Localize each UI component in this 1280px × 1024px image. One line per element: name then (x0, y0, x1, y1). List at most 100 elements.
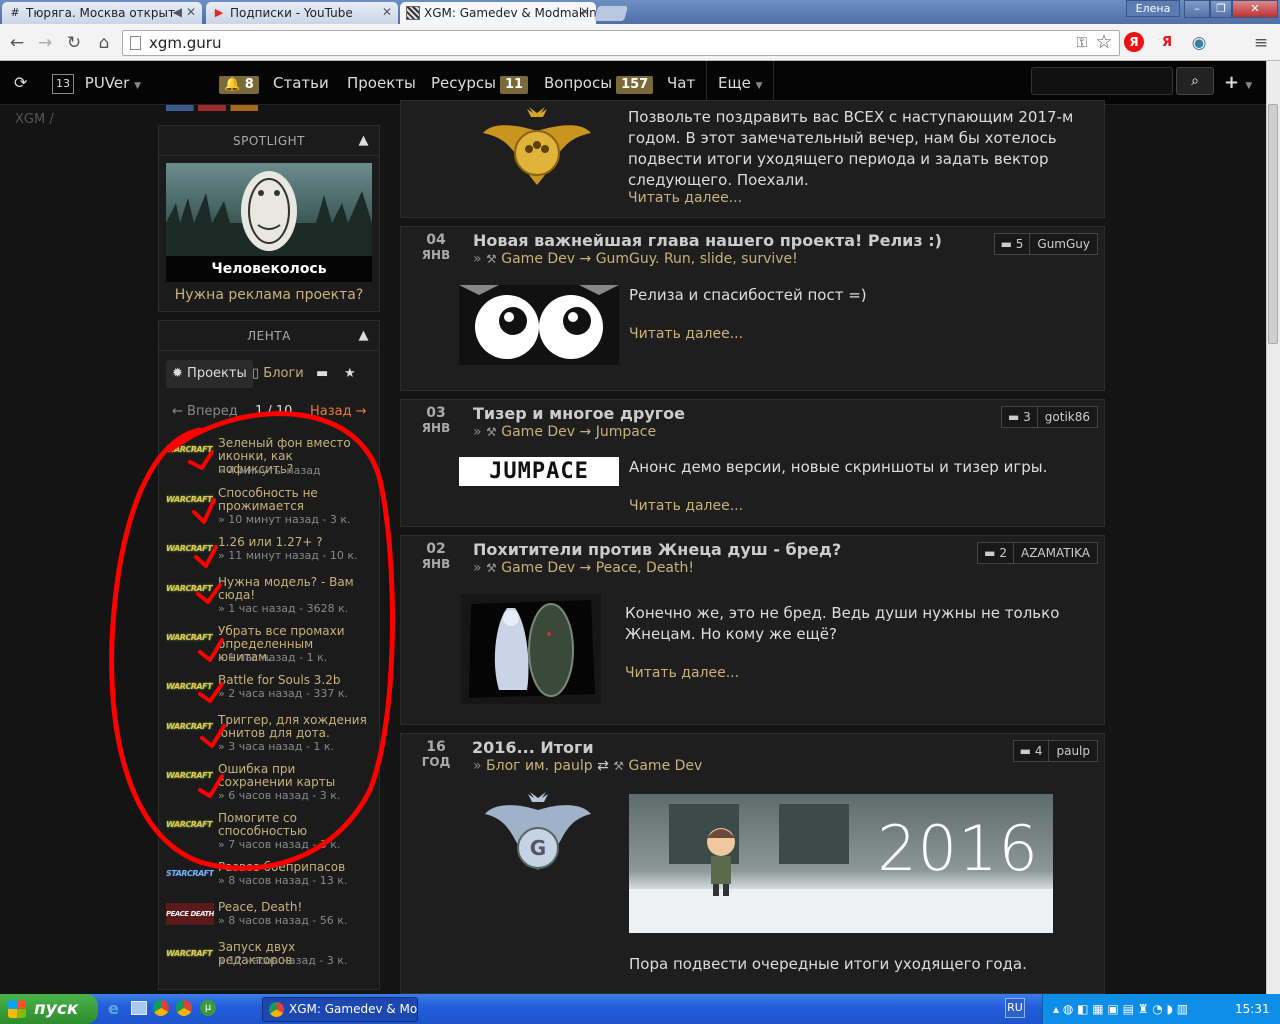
feed-item[interactable]: WARCRAFT Зеленый фон вместо иконки, как п… (166, 437, 376, 485)
close-tab-icon[interactable]: ✕ (580, 5, 590, 19)
profile-button[interactable]: Елена (1126, 0, 1180, 17)
feed-item[interactable]: WARCRAFT Ошибка при сохранении карты» 6 ч… (166, 763, 376, 811)
feed-item-title[interactable]: 1.26 или 1.27+ ? (218, 536, 368, 549)
feed-item-title[interactable]: Ошибка при сохранении карты (218, 763, 368, 789)
post-comments-badge[interactable]: ▬ 4 paulp (1012, 740, 1098, 762)
post-path-text[interactable]: Game Dev (629, 758, 703, 774)
show-desktop-icon[interactable] (131, 1001, 147, 1015)
ie-icon[interactable]: e (108, 999, 126, 1018)
browser-tab-turyaga[interactable]: # Тюряга. Москва открыт ◀ ✕ (2, 2, 202, 24)
utorrent-icon[interactable]: µ (200, 1000, 216, 1016)
mute-icon[interactable]: ◀ (173, 5, 182, 19)
bookmark-star-icon[interactable]: ☆ (1093, 31, 1115, 53)
feed-item[interactable]: WARCRAFT Убрать все промахи определенным … (166, 625, 376, 673)
refresh-icon[interactable]: ⟳ (14, 61, 27, 105)
ad-request-link[interactable]: Нужна реклама проекта? (158, 287, 380, 303)
post-path[interactable]: » ⚒ Game Dev → GumGuy. Run, slide, survi… (473, 251, 798, 267)
pager-prev-link[interactable]: ← Вперед (172, 404, 238, 419)
gumguy-eyes-image[interactable] (459, 285, 619, 365)
chrome-icon[interactable] (153, 1000, 169, 1016)
post-author[interactable]: GumGuy (1030, 234, 1097, 254)
home-icon[interactable]: ⌂ (93, 32, 115, 54)
feed-item[interactable]: WARCRAFT Нужна модель? - Вам сюда!» 1 час… (166, 576, 376, 624)
feed-item-title[interactable]: Нужна модель? - Вам сюда! (218, 576, 368, 602)
new-tab-button[interactable] (593, 6, 629, 21)
feed-item-title[interactable]: Помогите со способностью (218, 812, 368, 838)
post-author[interactable]: AZAMATIKA (1014, 543, 1097, 563)
user-menu[interactable]: 13 PUVer ▼ (52, 61, 141, 105)
read-more-link[interactable]: Читать далее... (629, 326, 743, 342)
chrome-icon[interactable] (176, 1000, 192, 1016)
feed-item[interactable]: WARCRAFT Запуск двух редакторов» 12 часов… (166, 941, 376, 989)
spotlight-caption[interactable]: Человеколось (166, 256, 372, 282)
close-tab-icon[interactable]: ✕ (382, 5, 392, 19)
nav-item-questions[interactable]: Вопросы 157 (544, 61, 654, 105)
address-bar[interactable]: xgm.guru (122, 30, 1120, 56)
site-search-input[interactable] (1031, 67, 1173, 95)
pager-next-link[interactable]: Назад → (310, 404, 367, 419)
language-indicator[interactable]: RU (1005, 998, 1025, 1018)
browser-tab-xgm[interactable]: XGM: Gamedev & Modmakin ✕ (400, 2, 596, 24)
feed-item-title[interactable]: Триггер, для хождения юнитов для дота. (218, 714, 368, 740)
read-more-link[interactable]: Читать далее... (629, 498, 743, 514)
post-path[interactable]: » Блог им. paulp ⇄ ⚒ Game Dev (473, 758, 702, 774)
feed-item-title[interactable]: Развоз боеприпасов (218, 861, 368, 874)
breadcrumb[interactable]: XGM / (15, 112, 54, 127)
feed-item[interactable]: WARCRAFT Триггер, для хождения юнитов для… (166, 714, 376, 762)
yandex-bar-icon[interactable]: Я (1156, 32, 1178, 54)
post-title[interactable]: 2016... Итоги (472, 738, 594, 757)
feed-item-title[interactable]: Peace, Death! (218, 901, 368, 914)
nav-item-projects[interactable]: Проекты (347, 61, 416, 105)
post-title[interactable]: Похитители против Жнеца душ - бред? (473, 540, 841, 559)
reaper-illustration[interactable] (461, 594, 601, 704)
post-author[interactable]: paulp (1049, 741, 1097, 761)
browser-tab-youtube[interactable]: ▶ Подписки - YouTube ✕ (206, 2, 398, 24)
tab-projects[interactable]: ✹ Проекты (166, 360, 253, 388)
key-icon[interactable]: ⚿ (1071, 32, 1093, 54)
notifications-button[interactable]: 🔔 8 (215, 61, 259, 105)
2016-banner-image[interactable]: 2016 (629, 794, 1053, 933)
post-path[interactable]: » ⚒ Game Dev → Peace, Death! (473, 560, 694, 576)
collapse-caret-icon[interactable]: ▲ (359, 126, 370, 156)
maximize-icon[interactable]: ❐ (1210, 0, 1232, 18)
nav-item-more[interactable]: Еще ▼ (706, 61, 774, 105)
read-more-link[interactable]: Читать далее... (628, 190, 742, 206)
post-comments-badge[interactable]: ▬ 2 AZAMATIKA (977, 542, 1098, 564)
nav-item-chat[interactable]: Чат (667, 61, 695, 105)
eye-extension-icon[interactable]: ◉ (1188, 32, 1210, 54)
close-tab-icon[interactable]: ✕ (186, 5, 196, 19)
spotlight-image[interactable] (166, 163, 372, 256)
tray-icons[interactable]: ▴ ◍ ◧ ▦ ▣ ▤ ♜ ◔ ◗ ▥ (1053, 1002, 1188, 1016)
feed-item[interactable]: WARCRAFT Помогите со способностью» 7 часо… (166, 812, 376, 860)
add-icon[interactable]: + ▼ (1224, 61, 1252, 105)
nav-item-resources[interactable]: Ресурсы 11 (431, 61, 529, 105)
post-title[interactable]: Новая важнейшая глава нашего проекта! Ре… (473, 231, 942, 250)
reload-icon[interactable]: ↻ (63, 32, 85, 54)
forward-icon[interactable]: → (34, 32, 56, 54)
read-more-link[interactable]: Читать далее... (625, 665, 739, 681)
nav-item-articles[interactable]: Статьи (273, 61, 329, 105)
post-author[interactable]: gotik86 (1038, 407, 1097, 427)
search-icon[interactable]: ⌕ (1176, 67, 1214, 95)
post-path[interactable]: » ⚒ Game Dev → Jumpace (473, 424, 656, 440)
yandex-icon[interactable]: Я (1124, 32, 1144, 52)
menu-icon[interactable]: ≡ (1250, 32, 1272, 54)
feed-item-title[interactable]: Способность не прожимается (218, 487, 368, 513)
window-close-icon[interactable]: ✕ (1232, 0, 1278, 18)
feed-item-title[interactable]: Battle for Souls 3.2b (218, 674, 368, 687)
tab-blogs[interactable]: ▯ Блоги (246, 360, 310, 388)
collapse-caret-icon[interactable]: ▲ (359, 321, 370, 351)
post-comments-badge[interactable]: ▬ 3 gotik86 (1000, 406, 1098, 428)
start-button[interactable]: пуск (0, 994, 98, 1024)
back-icon[interactable]: ← (6, 32, 28, 54)
feed-item[interactable]: WARCRAFT Способность не прожимается» 10 м… (166, 487, 376, 535)
social-buttons-remnant[interactable] (166, 105, 258, 111)
minimize-icon[interactable]: – (1184, 0, 1210, 18)
taskbar-task-chrome[interactable]: XGM: Gamedev & Mo... (262, 997, 418, 1022)
star-tab-icon[interactable]: ★ (338, 360, 362, 388)
post-comments-badge[interactable]: ▬ 5 GumGuy (993, 233, 1098, 255)
post-blog-link[interactable]: Блог им. paulp (486, 758, 593, 774)
post-title[interactable]: Тизер и многое другое (473, 404, 685, 423)
jumpace-logo[interactable]: JUMPACE (459, 457, 619, 486)
scrollbar-thumb[interactable] (1268, 104, 1278, 344)
